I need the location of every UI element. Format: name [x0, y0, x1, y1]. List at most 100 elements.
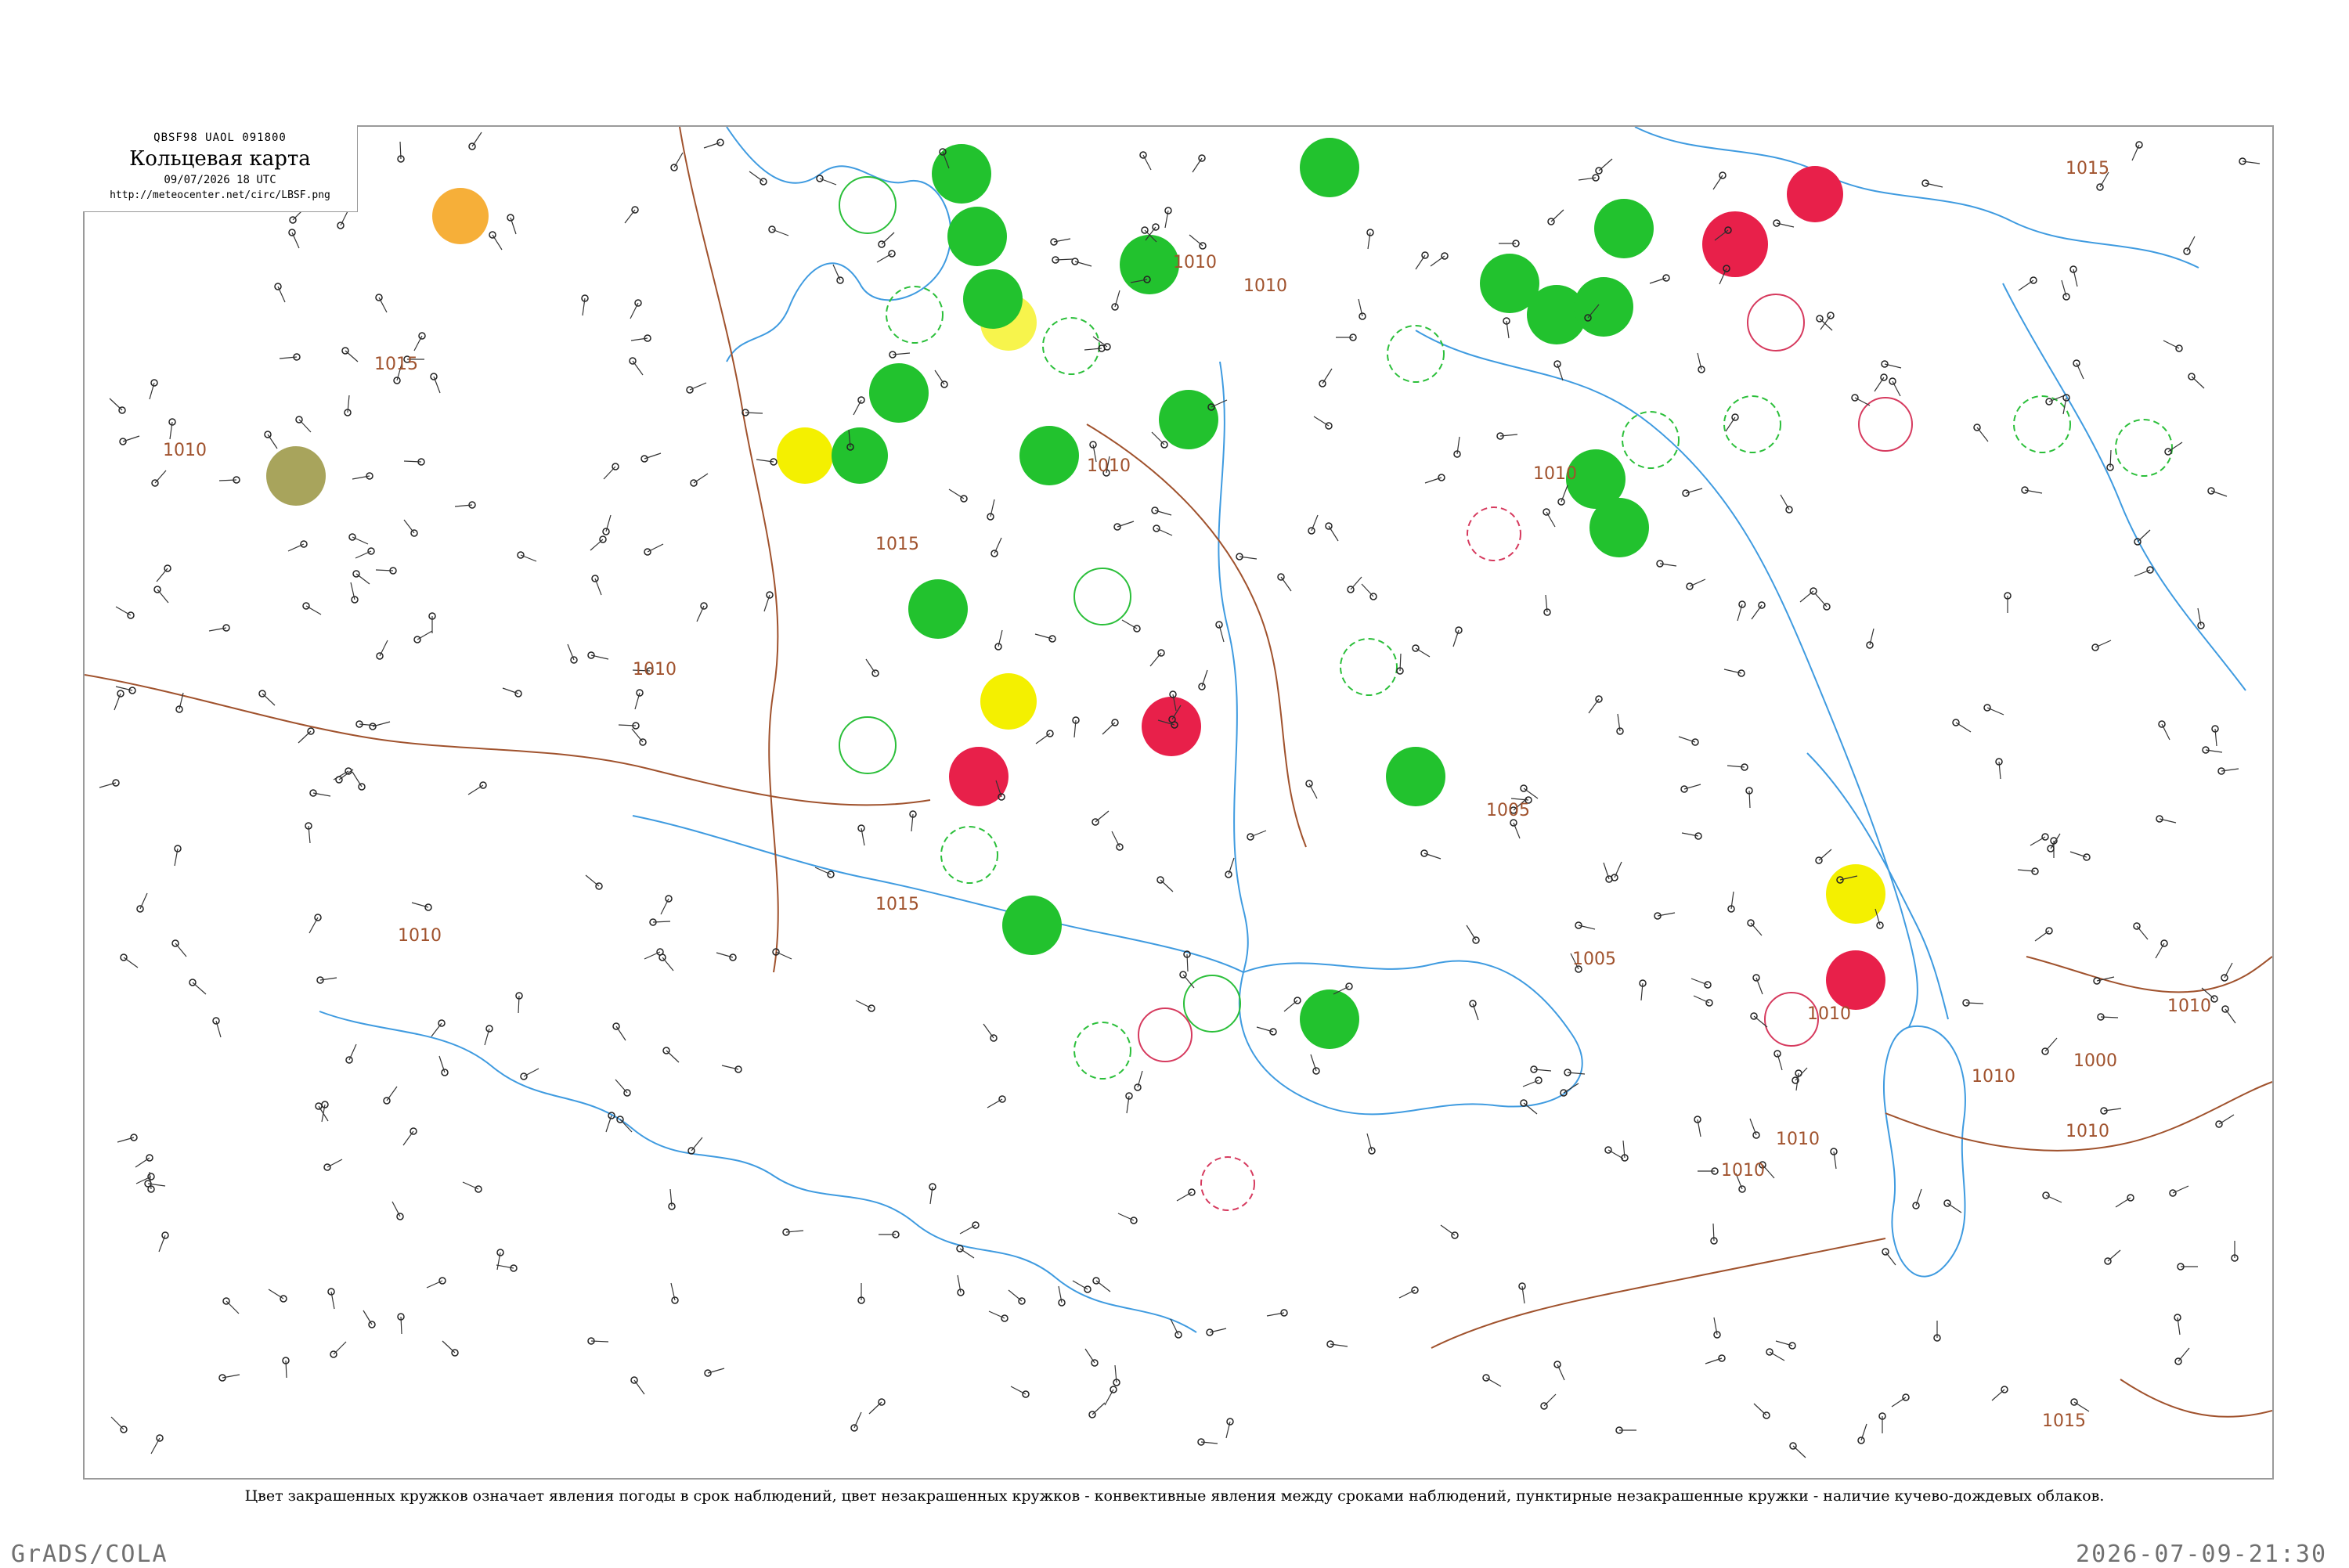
convective-ring	[940, 826, 998, 884]
wind-barb	[340, 209, 349, 226]
wind-barb	[959, 1248, 975, 1259]
isobar-line	[1086, 424, 1307, 848]
wind-barb	[2107, 1249, 2121, 1262]
station-plots	[99, 132, 2261, 1458]
isobar-line	[1431, 1238, 1886, 1349]
map-title: Кольцевая карта	[129, 147, 311, 171]
wind-barb	[934, 369, 945, 385]
fair-weather-circle	[432, 188, 489, 244]
isobar-labels: 1015 1010 1010 1015 1010 1010 1015 1010 1010 1015…	[163, 159, 2211, 1431]
isobar-label: 1010	[1243, 276, 1287, 296]
wind-barb	[1563, 1083, 1579, 1094]
wind-barb	[268, 1289, 284, 1299]
wind-barb	[1543, 1393, 1557, 1407]
map-url[interactable]: http://meteocenter.net/circ/LBSF.png	[83, 189, 357, 201]
wind-barb	[309, 917, 319, 934]
convective-ring	[2013, 395, 2071, 453]
wind-barb	[378, 297, 388, 313]
wind-barb	[1751, 604, 1763, 620]
map-legend-box: QBSF98 UAOL 091800 Кольцевая карта 09/07…	[83, 125, 358, 212]
map-caption: Цвет закрашенных кружков означает явлени…	[244, 1487, 2105, 1505]
wind-barb	[157, 589, 169, 604]
wind-barb	[1010, 1386, 1027, 1395]
wind-barb	[1814, 593, 1828, 607]
wind-barb	[442, 1340, 456, 1354]
wind-barb	[287, 543, 305, 552]
wind-barb	[345, 350, 359, 362]
wind-barb	[291, 232, 300, 249]
convective-ring	[886, 286, 944, 344]
wind-barb	[267, 434, 278, 449]
wind-barb	[1035, 733, 1051, 744]
wind-barb	[2044, 1037, 2058, 1052]
rain-circle	[869, 363, 929, 423]
wind-barb	[1750, 922, 1763, 936]
drizzle-circle	[980, 673, 1037, 730]
isobar-label: 1005	[1572, 950, 1616, 969]
wind-barb	[615, 1026, 626, 1041]
wind-barb	[603, 466, 616, 480]
wind-barb	[192, 982, 207, 995]
wind-barb	[123, 957, 139, 968]
wind-barb	[1250, 830, 1267, 838]
wind-barb	[2136, 925, 2149, 940]
wind-barb	[771, 229, 789, 236]
wind-barb	[1192, 157, 1203, 173]
wind-barb	[1947, 1202, 1962, 1213]
wind-barb	[2186, 236, 2196, 252]
wind-barb	[662, 957, 674, 971]
river-volga	[1415, 330, 1918, 1028]
map-date: 09/07/2026 18 UTC	[164, 174, 276, 186]
isobar-label: 1010	[1173, 253, 1217, 272]
wind-barb	[1151, 431, 1165, 445]
wind-barb	[1182, 974, 1195, 989]
wind-barb	[567, 643, 575, 661]
wind-barb	[1149, 652, 1162, 667]
wind-barb	[1955, 722, 1972, 733]
wind-barb	[1712, 175, 1723, 190]
wind-barb	[853, 399, 862, 416]
wind-barb	[523, 1068, 539, 1077]
wind-barb	[338, 769, 354, 780]
wind-barb	[1885, 1251, 1896, 1266]
wind-barb	[1121, 619, 1138, 629]
wind-barb	[959, 1224, 976, 1235]
wind-barb	[298, 419, 312, 433]
wind-barb	[1095, 810, 1110, 823]
wind-barb	[2167, 442, 2183, 452]
isobar-label: 1015	[2066, 159, 2109, 178]
wind-barb	[819, 178, 837, 186]
wind-barb	[1466, 925, 1477, 941]
river-danube	[632, 815, 1244, 973]
wind-barb	[1104, 1389, 1114, 1406]
wind-barb	[426, 1280, 443, 1289]
wind-barb	[619, 1119, 633, 1133]
wind-barb	[262, 693, 276, 706]
wind-barb	[749, 171, 764, 182]
isobar-label: 1010	[2167, 997, 2211, 1016]
isobar-label: 1010	[1972, 1067, 2015, 1087]
wind-barb	[109, 398, 123, 411]
drizzle-circle	[777, 427, 833, 484]
rain-circle	[1002, 896, 1062, 955]
wind-barb	[1415, 254, 1426, 270]
wind-barb	[2178, 1347, 2190, 1362]
wind-barb	[355, 573, 370, 585]
wind-barb	[2030, 836, 2046, 846]
rain-circle	[1159, 390, 1218, 449]
wind-barb	[615, 1079, 628, 1094]
wind-barb	[1769, 1351, 1785, 1361]
storm-ring	[1858, 397, 1913, 452]
convective-ring	[1073, 568, 1131, 625]
wind-barb	[1513, 822, 1521, 839]
convective-ring	[1073, 1022, 1131, 1080]
wind-barb	[691, 1137, 703, 1152]
generation-timestamp: 2026-07-09-21:30	[2076, 1541, 2327, 1568]
convective-ring	[839, 716, 897, 774]
wind-barb	[1313, 416, 1330, 427]
wind-barb	[413, 335, 423, 351]
wind-barb	[431, 1022, 442, 1037]
wind-barb	[1415, 647, 1431, 658]
wind-barb	[1095, 1280, 1111, 1292]
wind-barb	[1156, 528, 1173, 536]
